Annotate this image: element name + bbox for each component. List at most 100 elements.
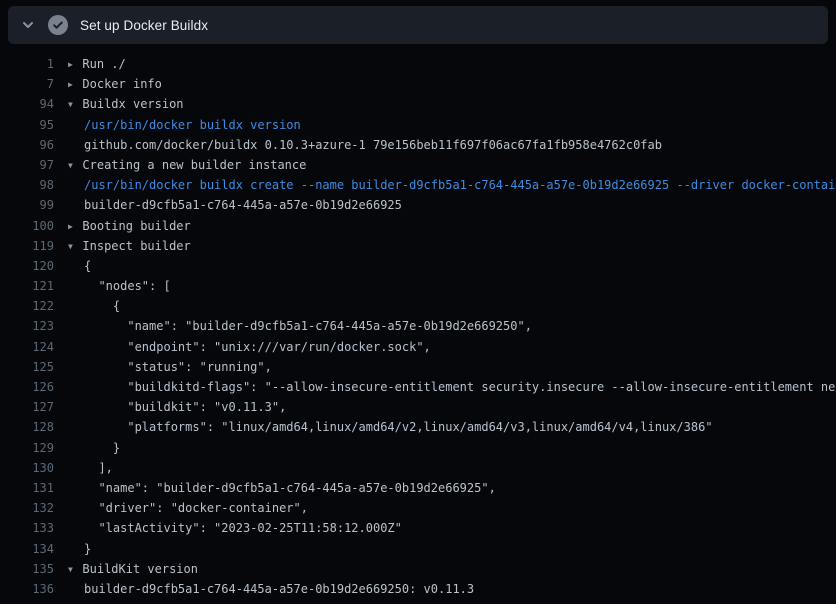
log-text: github.com/docker/buildx 0.10.3+azure-1 …: [68, 135, 662, 155]
log-text: "status": "running",: [68, 357, 272, 377]
line-number[interactable]: 120: [0, 256, 54, 276]
log-line: 100 ▶Booting builder: [0, 216, 836, 236]
log-line: 99 builder-d9cfb5a1-c764-445a-a57e-0b19d2…: [0, 195, 836, 215]
line-number[interactable]: 129: [0, 438, 54, 458]
log-line: 136 builder-d9cfb5a1-c764-445a-a57e-0b19d…: [0, 579, 836, 599]
log-text: "buildkit": "v0.11.3",: [68, 397, 286, 417]
log-group-title[interactable]: ▼BuildKit version: [68, 559, 198, 579]
log-text: builder-d9cfb5a1-c764-445a-a57e-0b19d2e6…: [68, 195, 402, 215]
line-number[interactable]: 124: [0, 337, 54, 357]
collapse-arrow-icon[interactable]: ▼: [68, 560, 82, 580]
line-number[interactable]: 1: [0, 54, 54, 74]
log-line: 1 ▶Run ./: [0, 54, 836, 74]
log-group-title[interactable]: ▶Booting builder: [68, 216, 191, 236]
line-number[interactable]: 122: [0, 296, 54, 316]
line-number[interactable]: 94: [0, 94, 54, 114]
log-text: ],: [68, 458, 113, 478]
log-group-label: Buildx version: [82, 97, 183, 111]
log-line: 128 "platforms": "linux/amd64,linux/amd6…: [0, 417, 836, 437]
log-line: 134}: [0, 539, 836, 559]
line-number[interactable]: 134: [0, 539, 54, 559]
log-line: 133 "lastActivity": "2023-02-25T11:58:12…: [0, 518, 836, 538]
line-number[interactable]: 96: [0, 135, 54, 155]
log-area: 1▶Run ./7▶Docker info94▼Buildx version95…: [0, 44, 836, 604]
line-number[interactable]: 131: [0, 478, 54, 498]
line-number[interactable]: 119: [0, 236, 54, 256]
log-text: }: [68, 438, 120, 458]
log-line: 131 "name": "builder-d9cfb5a1-c764-445a-…: [0, 478, 836, 498]
expand-arrow-icon[interactable]: ▶: [68, 217, 82, 237]
log-line: 127 "buildkit": "v0.11.3",: [0, 397, 836, 417]
line-number[interactable]: 125: [0, 357, 54, 377]
log-text: "platforms": "linux/amd64,linux/amd64/v2…: [68, 417, 713, 437]
log-line: 96 github.com/docker/buildx 0.10.3+azure-…: [0, 135, 836, 155]
log-group-label: Booting builder: [82, 219, 190, 233]
collapse-arrow-icon[interactable]: ▼: [68, 156, 82, 176]
log-line: 94 ▼Buildx version: [0, 94, 836, 114]
log-line: 98/usr/bin/docker buildx create --name b…: [0, 175, 836, 195]
log-line: 132 "driver": "docker-container",: [0, 498, 836, 518]
log-line: 129 }: [0, 438, 836, 458]
line-number[interactable]: 97: [0, 155, 54, 175]
line-number[interactable]: 128: [0, 417, 54, 437]
expand-arrow-icon[interactable]: ▶: [68, 55, 82, 75]
log-line: 123 "name": "builder-d9cfb5a1-c764-445a-…: [0, 316, 836, 336]
log-text: /usr/bin/docker buildx create --name bui…: [68, 175, 836, 195]
line-number[interactable]: 100: [0, 216, 54, 236]
log-group-label: Creating a new builder instance: [82, 158, 306, 172]
log-text: "buildkitd-flags": "--allow-insecure-ent…: [68, 377, 836, 397]
log-line: 120 {: [0, 256, 836, 276]
line-number[interactable]: 121: [0, 276, 54, 296]
log-line: 125 "status": "running",: [0, 357, 836, 377]
log-text: }: [68, 539, 91, 559]
chevron-down-icon[interactable]: [20, 17, 36, 33]
line-number[interactable]: 135: [0, 559, 54, 579]
log-text: builder-d9cfb5a1-c764-445a-a57e-0b19d2e6…: [68, 579, 474, 599]
line-number[interactable]: 132: [0, 498, 54, 518]
log-group-label: Docker info: [82, 77, 161, 91]
log-text: "name": "builder-d9cfb5a1-c764-445a-a57e…: [68, 316, 532, 336]
log-group-label: Run ./: [82, 57, 125, 71]
log-group-title[interactable]: ▼Inspect builder: [68, 236, 191, 256]
log-group-label: Inspect builder: [82, 239, 190, 253]
log-line: 124 "endpoint": "unix:///var/run/docker.…: [0, 337, 836, 357]
line-number[interactable]: 133: [0, 518, 54, 538]
line-number[interactable]: 126: [0, 377, 54, 397]
line-number[interactable]: 95: [0, 115, 54, 135]
step-header[interactable]: Set up Docker Buildx: [8, 6, 828, 44]
log-text: "lastActivity": "2023-02-25T11:58:12.000…: [68, 518, 402, 538]
log-text: "nodes": [: [68, 276, 171, 296]
line-number[interactable]: 127: [0, 397, 54, 417]
log-group-title[interactable]: ▼Buildx version: [68, 94, 184, 114]
log-line: 97 ▼Creating a new builder instance: [0, 155, 836, 175]
log-text: "driver": "docker-container",: [68, 498, 308, 518]
log-line: 119 ▼Inspect builder: [0, 236, 836, 256]
collapse-arrow-icon[interactable]: ▼: [68, 237, 82, 257]
line-number[interactable]: 136: [0, 579, 54, 599]
collapse-arrow-icon[interactable]: ▼: [68, 95, 82, 115]
log-line: 95/usr/bin/docker buildx version: [0, 115, 836, 135]
line-number[interactable]: 130: [0, 458, 54, 478]
line-number[interactable]: 98: [0, 175, 54, 195]
log-line: 135 ▼BuildKit version: [0, 559, 836, 579]
log-group-label: BuildKit version: [82, 562, 198, 576]
expand-arrow-icon[interactable]: ▶: [68, 75, 82, 95]
log-group-title[interactable]: ▼Creating a new builder instance: [68, 155, 306, 175]
log-group-title[interactable]: ▶Docker info: [68, 74, 162, 94]
step-title: Set up Docker Buildx: [80, 18, 208, 33]
check-circle-icon: [48, 15, 68, 35]
log-text: {: [68, 256, 91, 276]
line-number[interactable]: 99: [0, 195, 54, 215]
log-line: 130 ],: [0, 458, 836, 478]
log-line: 121 "nodes": [: [0, 276, 836, 296]
log-line: 126 "buildkitd-flags": "--allow-insecure…: [0, 377, 836, 397]
actions-log-viewer: { "header": { "title": "Set up Docker Bu…: [0, 0, 836, 604]
log-line: 122 {: [0, 296, 836, 316]
log-text: {: [68, 296, 120, 316]
line-number[interactable]: 7: [0, 74, 54, 94]
log-text: "endpoint": "unix:///var/run/docker.sock…: [68, 337, 431, 357]
log-line: 7 ▶Docker info: [0, 74, 836, 94]
log-group-title[interactable]: ▶Run ./: [68, 54, 126, 74]
line-number[interactable]: 123: [0, 316, 54, 336]
log-text: /usr/bin/docker buildx version: [68, 115, 301, 135]
